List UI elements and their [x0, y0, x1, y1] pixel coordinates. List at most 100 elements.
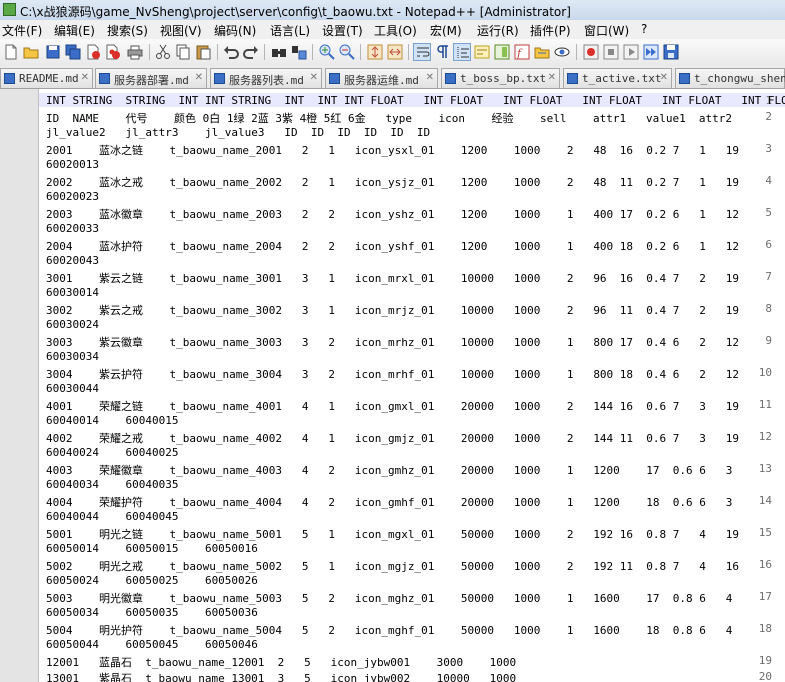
- menu-plugins[interactable]: 插件(P): [530, 22, 571, 39]
- code-line[interactable]: 60020033: [46, 222, 99, 235]
- code-line[interactable]: 60020043: [46, 254, 99, 267]
- udl-icon[interactable]: [473, 43, 491, 61]
- word-wrap-icon[interactable]: [413, 43, 431, 61]
- menu-macro[interactable]: 宏(M): [430, 22, 462, 39]
- monitor-icon[interactable]: [553, 43, 571, 61]
- code-line[interactable]: 4004 荣耀护符 t_baowu_name_4004 4 2 icon_gmh…: [46, 494, 732, 510]
- line-number: 10: [758, 366, 772, 379]
- close-icon[interactable]: ✕: [195, 72, 203, 83]
- menu-settings[interactable]: 设置(T): [322, 22, 363, 39]
- open-file-icon[interactable]: [22, 43, 40, 61]
- code-line[interactable]: 2003 蓝冰徽章 t_baowu_name_2003 2 2 icon_ysh…: [46, 206, 739, 222]
- menu-view[interactable]: 视图(V): [160, 22, 202, 39]
- line-number: 8: [765, 302, 772, 315]
- play-macro-icon[interactable]: [622, 43, 640, 61]
- menu-edit[interactable]: 编辑(E): [54, 22, 95, 39]
- menu-tools[interactable]: 工具(O): [374, 22, 417, 39]
- tab-readme[interactable]: README.md ✕: [0, 68, 93, 88]
- code-line[interactable]: 60050014 60050015 60050016: [46, 542, 258, 555]
- save-all-icon[interactable]: [64, 43, 82, 61]
- folder-workspace-icon[interactable]: [533, 43, 551, 61]
- paste-icon[interactable]: [194, 43, 212, 61]
- file-icon: [445, 73, 456, 84]
- code-line[interactable]: 4003 荣耀徽章 t_baowu_name_4003 4 2 icon_gmh…: [46, 462, 732, 478]
- code-line[interactable]: 2001 蓝冰之链 t_baowu_name_2001 2 1 icon_ysx…: [46, 142, 739, 158]
- code-line[interactable]: 60030034: [46, 350, 99, 363]
- code-line[interactable]: 60050024 60050025 60050026: [46, 574, 258, 587]
- tab-server-deploy[interactable]: 服务器部署.md ✕: [95, 68, 207, 88]
- doc-map-icon[interactable]: [493, 43, 511, 61]
- code-line[interactable]: 4002 荣耀之戒 t_baowu_name_4002 4 1 icon_gmj…: [46, 430, 739, 446]
- code-line[interactable]: 5001 明光之链 t_baowu_name_5001 5 1 icon_mgx…: [46, 526, 739, 542]
- tab-t-active[interactable]: t_active.txt ✕: [563, 68, 672, 88]
- code-line[interactable]: 3004 紫云护符 t_baowu_name_3004 3 2 icon_mrh…: [46, 366, 739, 382]
- close-icon[interactable]: ✕: [81, 72, 89, 83]
- code-line[interactable]: 60050034 60050035 60050036: [46, 606, 258, 619]
- code-line[interactable]: 5003 明光徽章 t_baowu_name_5003 5 2 icon_mgh…: [46, 590, 732, 606]
- code-line[interactable]: 3002 紫云之戒 t_baowu_name_3002 3 1 icon_mrj…: [46, 302, 739, 318]
- indent-guide-icon[interactable]: [453, 43, 471, 61]
- sync-vertical-icon[interactable]: [366, 43, 384, 61]
- code-line[interactable]: INT STRING STRING INT INT STRING INT INT…: [46, 94, 785, 107]
- run-macro-multiple-icon[interactable]: [642, 43, 660, 61]
- close-icon[interactable]: [84, 43, 102, 61]
- close-icon[interactable]: ✕: [660, 72, 668, 83]
- zoom-out-icon[interactable]: [338, 43, 356, 61]
- close-icon[interactable]: ✕: [310, 72, 318, 83]
- code-line[interactable]: 60040024 60040025: [46, 446, 178, 459]
- close-icon[interactable]: ✕: [426, 72, 434, 83]
- code-line[interactable]: 60030044: [46, 382, 99, 395]
- code-line[interactable]: 5002 明光之戒 t_baowu_name_5002 5 1 icon_mgj…: [46, 558, 739, 574]
- line-number: 4: [765, 174, 772, 187]
- code-line[interactable]: 2002 蓝冰之戒 t_baowu_name_2002 2 1 icon_ysj…: [46, 174, 739, 190]
- code-line[interactable]: 5004 明光护符 t_baowu_name_5004 5 2 icon_mgh…: [46, 622, 732, 638]
- close-all-icon[interactable]: [104, 43, 122, 61]
- code-line[interactable]: 60030024: [46, 318, 99, 331]
- code-line[interactable]: 60030014: [46, 286, 99, 299]
- menu-run[interactable]: 运行(R): [477, 22, 519, 39]
- code-line[interactable]: 3001 紫云之链 t_baowu_name_3001 3 1 icon_mrx…: [46, 270, 739, 286]
- code-line[interactable]: 60040014 60040015: [46, 414, 178, 427]
- tab-server-ops[interactable]: 服务器运维.md ✕: [325, 68, 438, 88]
- stop-macro-icon[interactable]: [602, 43, 620, 61]
- menu-encoding[interactable]: 编码(N): [214, 22, 256, 39]
- tab-server-list[interactable]: 服务器列表.md ✕: [210, 68, 322, 88]
- tab-t-boss-bp[interactable]: t_boss_bp.txt ✕: [441, 68, 560, 88]
- save-macro-icon[interactable]: [662, 43, 680, 61]
- replace-icon[interactable]: [290, 43, 308, 61]
- find-icon[interactable]: [270, 43, 288, 61]
- undo-icon[interactable]: [222, 43, 240, 61]
- code-line[interactable]: 60040034 60040035: [46, 478, 178, 491]
- code-line[interactable]: 60020023: [46, 190, 99, 203]
- print-icon[interactable]: [126, 43, 144, 61]
- code-line[interactable]: 2004 蓝冰护符 t_baowu_name_2004 2 2 icon_ysh…: [46, 238, 739, 254]
- code-line[interactable]: jl_value2 jl_attr3 jl_value3 ID ID ID ID…: [46, 126, 430, 139]
- code-line[interactable]: 60040044 60040045: [46, 510, 178, 523]
- show-all-chars-icon[interactable]: [433, 43, 451, 61]
- code-line[interactable]: 12001 蓝晶石 t_baowu_name_12001 2 5 icon_jy…: [46, 654, 516, 670]
- menu-window[interactable]: 窗口(W): [584, 22, 629, 39]
- code-line[interactable]: ID NAME 代号 颜色 0白 1绿 2蓝 3紫 4橙 5红 6金 type …: [46, 110, 732, 126]
- copy-icon[interactable]: [174, 43, 192, 61]
- code-line[interactable]: 4001 荣耀之链 t_baowu_name_4001 4 1 icon_gmx…: [46, 398, 739, 414]
- record-macro-icon[interactable]: [582, 43, 600, 61]
- redo-icon[interactable]: [242, 43, 260, 61]
- file-icon: [4, 73, 15, 84]
- editor-area[interactable]: 1 INT STRING STRING INT INT STRING INT IN…: [0, 89, 785, 682]
- function-list-icon[interactable]: f: [513, 43, 531, 61]
- menu-help[interactable]: ?: [641, 22, 647, 36]
- zoom-in-icon[interactable]: [318, 43, 336, 61]
- new-file-icon[interactable]: [2, 43, 20, 61]
- menu-file[interactable]: 文件(F): [2, 22, 42, 39]
- close-icon[interactable]: ✕: [548, 72, 556, 83]
- cut-icon[interactable]: [154, 43, 172, 61]
- sync-horizontal-icon[interactable]: [386, 43, 404, 61]
- code-line[interactable]: 13001 紫晶石 t_baowu_name_13001 3 5 icon_jy…: [46, 670, 516, 682]
- menu-language[interactable]: 语言(L): [270, 22, 310, 39]
- menu-search[interactable]: 搜索(S): [107, 22, 148, 39]
- code-line[interactable]: 60050044 60050045 60050046: [46, 638, 258, 651]
- tab-t-chongwu-sheng[interactable]: t_chongwu_sheng: [675, 68, 785, 88]
- save-icon[interactable]: [44, 43, 62, 61]
- code-line[interactable]: 60020013: [46, 158, 99, 171]
- code-line[interactable]: 3003 紫云徽章 t_baowu_name_3003 3 2 icon_mrh…: [46, 334, 739, 350]
